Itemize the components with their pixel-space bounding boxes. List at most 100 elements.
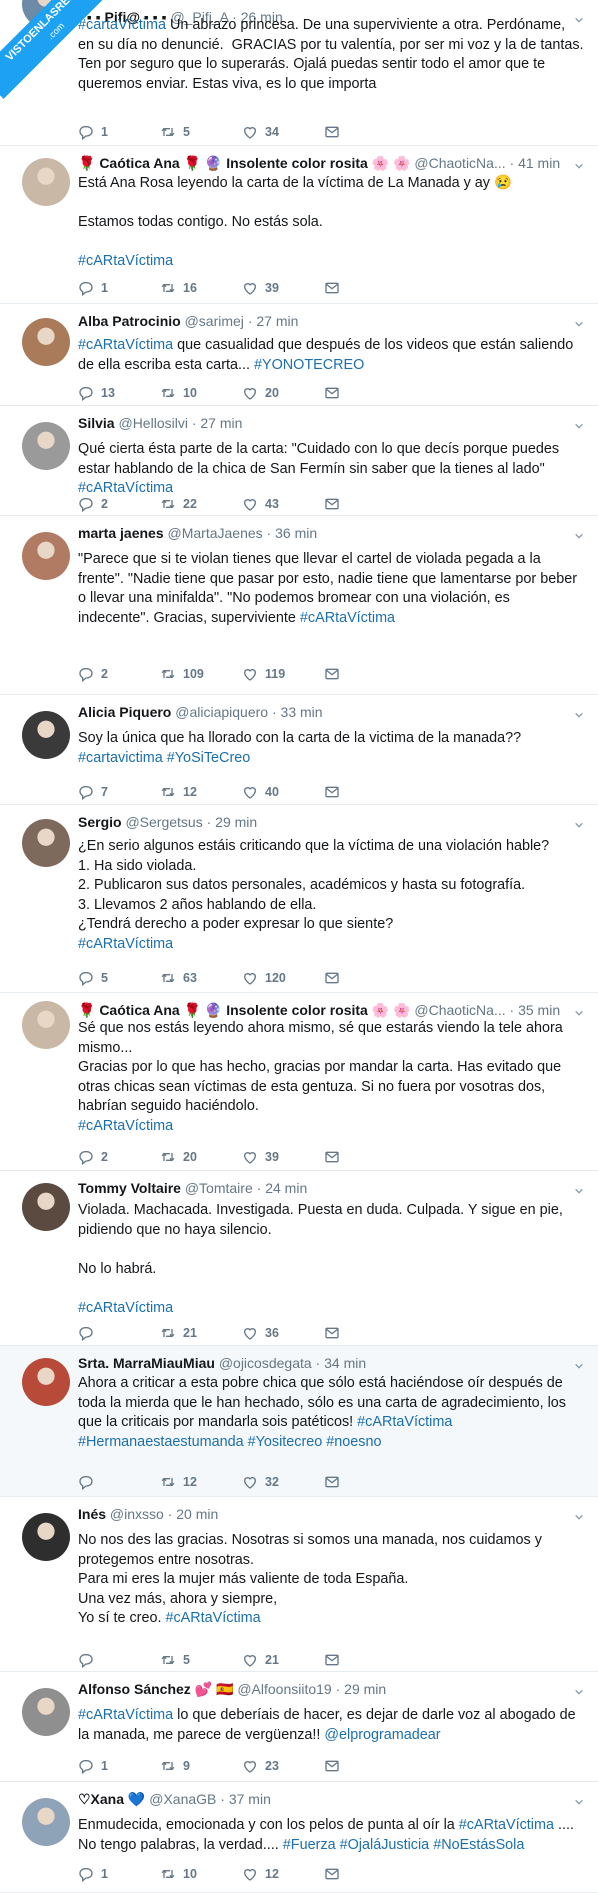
hashtag-link[interactable]: #OjaláJusticia	[340, 1837, 430, 1853]
hashtag-link[interactable]: #cARtaVíctima	[78, 1118, 173, 1134]
tweet[interactable]: Silvia @Hellosilvi · 27 min Qué cierta é…	[0, 406, 598, 516]
avatar[interactable]	[22, 1798, 70, 1846]
hashtag-link[interactable]: #cARtaVíctima	[459, 1817, 554, 1833]
author-handle[interactable]: @aliciapiquero	[175, 704, 268, 720]
reply-button[interactable]	[78, 1474, 160, 1490]
timestamp[interactable]: 29 min	[344, 1681, 386, 1697]
like-button[interactable]: 120	[242, 970, 324, 986]
hashtag-link[interactable]: #NoEstásSola	[433, 1837, 524, 1853]
chevron-down-icon[interactable]	[574, 1794, 584, 1805]
retweet-button[interactable]: 10	[160, 1866, 242, 1882]
direct-message-button[interactable]	[324, 1866, 406, 1882]
reply-button[interactable]: 1	[78, 1758, 160, 1774]
timestamp[interactable]: 41 min	[518, 155, 560, 171]
retweet-button[interactable]: 10	[160, 385, 242, 401]
avatar[interactable]	[22, 1183, 70, 1231]
direct-message-button[interactable]	[324, 1325, 406, 1341]
author-name[interactable]: 🌹 Caótica Ana 🌹 🔮 Insolente color rosita…	[78, 1002, 410, 1018]
direct-message-button[interactable]	[324, 1652, 406, 1668]
hashtag-link[interactable]: #noesno	[326, 1434, 381, 1450]
timestamp[interactable]: 24 min	[265, 1180, 307, 1196]
like-button[interactable]: 23	[242, 1758, 324, 1774]
direct-message-button[interactable]	[324, 1149, 406, 1165]
author-handle[interactable]: @ChaoticNa...	[414, 1002, 505, 1018]
like-button[interactable]: 119	[242, 666, 324, 682]
retweet-button[interactable]: 5	[160, 1652, 242, 1668]
author-handle[interactable]: @ojicosdegata	[219, 1355, 312, 1371]
tweet[interactable]: 🌹 Caótica Ana 🌹 🔮 Insolente color rosita…	[0, 146, 598, 304]
hashtag-link[interactable]: #cARtaVíctima	[165, 1610, 260, 1626]
author-handle[interactable]: @MartaJaenes	[168, 525, 263, 541]
timestamp[interactable]: 27 min	[256, 313, 298, 329]
author-name[interactable]: ♡Xana 💙	[78, 1791, 145, 1807]
like-button[interactable]: 32	[242, 1474, 324, 1490]
hashtag-link[interactable]: #cartaVíctima	[78, 17, 166, 33]
hashtag-link[interactable]: #cARtaVíctima	[300, 610, 395, 626]
timestamp[interactable]: 34 min	[324, 1355, 366, 1371]
author-handle[interactable]: @inxsso	[110, 1506, 164, 1522]
retweet-button[interactable]: 12	[160, 784, 242, 800]
chevron-down-icon[interactable]	[574, 1183, 584, 1194]
avatar[interactable]	[22, 158, 70, 206]
author-handle[interactable]: @Alfoonsiito19	[237, 1681, 331, 1697]
like-button[interactable]: 43	[242, 496, 324, 512]
tweet[interactable]: Alicia Piquero @aliciapiquero · 33 min S…	[0, 695, 598, 805]
chevron-down-icon[interactable]	[574, 1005, 584, 1016]
avatar[interactable]	[22, 819, 70, 867]
timestamp[interactable]: 37 min	[229, 1791, 271, 1807]
retweet-button[interactable]: 9	[160, 1758, 242, 1774]
hashtag-link[interactable]: #Yositecreo	[248, 1434, 323, 1450]
chevron-down-icon[interactable]	[574, 707, 584, 718]
hashtag-link[interactable]: #cartavictima	[78, 750, 163, 766]
author-handle[interactable]: @XanaGB	[149, 1791, 216, 1807]
tweet[interactable]: Alfonso Sánchez 💕 🇪🇸 @Alfoonsiito19 · 29…	[0, 1672, 598, 1782]
author-handle[interactable]: @Sergetsus	[125, 814, 202, 830]
tweet[interactable]: marta jaenes @MartaJaenes · 36 min "Pare…	[0, 516, 598, 695]
reply-button[interactable]: 13	[78, 385, 160, 401]
hashtag-link[interactable]: #Hermanaestaestumanda	[78, 1434, 244, 1450]
hashtag-link[interactable]: #Fuerza	[283, 1837, 336, 1853]
avatar[interactable]	[22, 532, 70, 580]
hashtag-link[interactable]: #cARtaVíctima	[357, 1414, 452, 1430]
author-handle[interactable]: @ChaoticNa...	[414, 155, 505, 171]
direct-message-button[interactable]	[324, 496, 406, 512]
like-button[interactable]: 20	[242, 385, 324, 401]
author-handle[interactable]: @sarimej	[185, 313, 244, 329]
reply-button[interactable]: 1	[78, 1866, 160, 1882]
timestamp[interactable]: 27 min	[200, 415, 242, 431]
like-button[interactable]: 21	[242, 1652, 324, 1668]
reply-button[interactable]	[78, 1652, 160, 1668]
like-button[interactable]: 39	[242, 1149, 324, 1165]
tweet[interactable]: Sergio @Sergetsus · 29 min ¿En serio alg…	[0, 805, 598, 993]
chevron-down-icon[interactable]	[574, 1358, 584, 1369]
direct-message-button[interactable]	[324, 385, 406, 401]
timestamp[interactable]: 33 min	[281, 704, 323, 720]
chevron-down-icon[interactable]	[574, 418, 584, 429]
like-button[interactable]: 12	[242, 1866, 324, 1882]
reply-button[interactable]: 5	[78, 970, 160, 986]
like-button[interactable]: 39	[242, 280, 324, 296]
author-name[interactable]: Alba Patrocinio	[78, 313, 181, 329]
chevron-down-icon[interactable]	[574, 1684, 584, 1695]
direct-message-button[interactable]	[324, 970, 406, 986]
author-name[interactable]: Alicia Piquero	[78, 704, 171, 720]
reply-button[interactable]	[78, 1325, 160, 1341]
avatar[interactable]	[22, 711, 70, 759]
author-name[interactable]: Sergio	[78, 814, 122, 830]
direct-message-button[interactable]	[324, 1758, 406, 1774]
avatar[interactable]	[22, 422, 70, 470]
timestamp[interactable]: 35 min	[518, 1002, 560, 1018]
tweet[interactable]: Inés @inxsso · 20 min No nos des las gra…	[0, 1497, 598, 1672]
retweet-button[interactable]: 20	[160, 1149, 242, 1165]
hashtag-link[interactable]: #cARtaVíctima	[78, 936, 173, 952]
tweet[interactable]: Srta. MarraMiauMiau @ojicosdegata · 34 m…	[0, 1346, 598, 1497]
tweet[interactable]: ♡Xana 💙 @XanaGB · 37 min Enmudecida, emo…	[0, 1782, 598, 1893]
avatar[interactable]	[22, 1688, 70, 1736]
timestamp[interactable]: 29 min	[215, 814, 257, 830]
mention-link[interactable]: @elprogramadear	[324, 1727, 440, 1743]
hashtag-link[interactable]: #cARtaVíctima	[78, 1300, 173, 1316]
author-handle[interactable]: @Hellosilvi	[118, 415, 187, 431]
avatar[interactable]	[22, 1513, 70, 1561]
reply-button[interactable]: 7	[78, 784, 160, 800]
reply-button[interactable]: 2	[78, 1149, 160, 1165]
